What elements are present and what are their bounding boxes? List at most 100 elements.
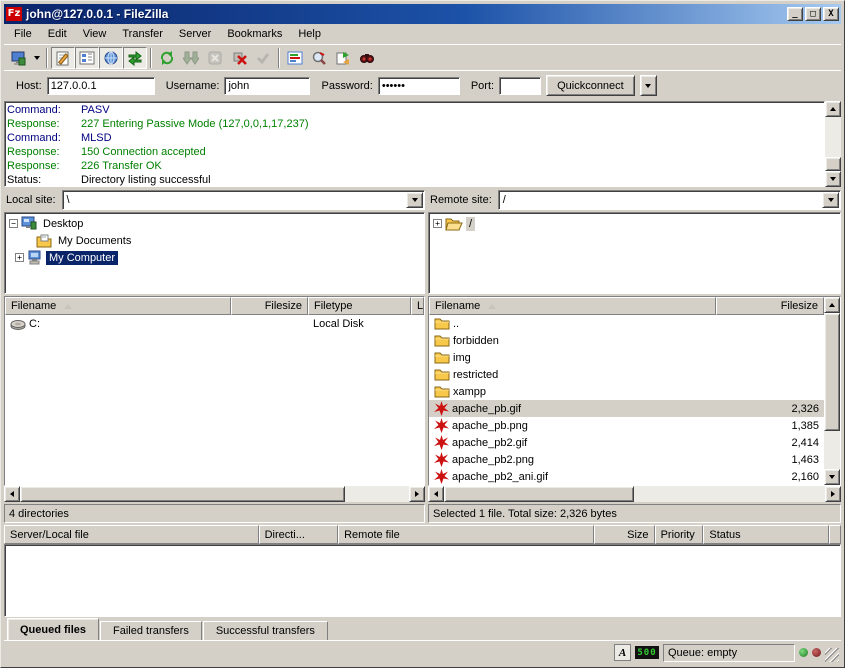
column-header-size[interactable]: Size [594, 525, 654, 544]
quickconnect-dropdown[interactable] [640, 75, 657, 96]
directory-comparison-button[interactable] [307, 47, 331, 69]
combo-dropdown-button[interactable] [822, 192, 839, 208]
scroll-thumb[interactable] [825, 157, 841, 171]
remote-file-row[interactable]: apache_pb.png 1,385 [429, 417, 824, 434]
remote-file-row[interactable]: apache_pb2_ani.gif 2,160 [429, 468, 824, 485]
column-header-last-modified[interactable]: L [411, 297, 424, 315]
column-header-filetype[interactable]: Filetype [308, 297, 411, 315]
maximize-button[interactable]: □ [805, 7, 821, 21]
scroll-down-button[interactable] [824, 469, 840, 485]
scroll-right-button[interactable] [825, 486, 841, 502]
column-header-filename[interactable]: Filename [429, 297, 716, 315]
log-line: Response:150 Connection accepted [7, 145, 822, 159]
username-input[interactable] [224, 77, 310, 95]
sort-ascending-icon [64, 304, 72, 309]
tab-queued-files[interactable]: Queued files [7, 618, 99, 640]
column-header-priority[interactable]: Priority [655, 525, 704, 544]
remote-file-row[interactable]: apache_pb2.gif 2,414 [429, 434, 824, 451]
log-scrollbar[interactable] [825, 101, 841, 187]
toggle-transfer-queue-button[interactable] [123, 47, 147, 69]
column-header-server-local-file[interactable]: Server/Local file [4, 525, 259, 544]
remote-vertical-scrollbar[interactable] [824, 297, 840, 485]
menu-transfer[interactable]: Transfer [114, 25, 171, 43]
remote-file-row[interactable]: apache_pb2.png 1,463 [429, 451, 824, 468]
menu-server[interactable]: Server [171, 25, 219, 43]
remote-horizontal-scrollbar[interactable] [428, 486, 841, 502]
find-files-button[interactable] [355, 47, 379, 69]
scroll-up-button[interactable] [825, 101, 841, 117]
refresh-button[interactable] [155, 47, 179, 69]
my-documents-icon [36, 234, 52, 248]
disconnect-button[interactable] [227, 47, 251, 69]
expand-expander[interactable]: + [15, 253, 24, 262]
chevron-down-icon [645, 84, 651, 88]
process-queue-button[interactable] [179, 47, 203, 69]
remote-file-row-selected[interactable]: apache_pb.gif 2,326 [429, 400, 824, 417]
reconnect-button[interactable] [251, 47, 275, 69]
column-header-filesize[interactable]: Filesize [716, 297, 824, 315]
filter-button[interactable] [283, 47, 307, 69]
scroll-left-button[interactable] [428, 486, 444, 502]
scroll-up-button[interactable] [824, 297, 840, 313]
expand-expander[interactable]: + [433, 219, 442, 228]
menu-file[interactable]: File [6, 25, 40, 43]
tab-failed-transfers[interactable]: Failed transfers [100, 621, 202, 640]
quickconnect-button[interactable]: Quickconnect [546, 75, 635, 96]
remote-pane-icon [103, 50, 119, 66]
column-header-filename[interactable]: Filename [5, 297, 231, 315]
remote-list-header: Filename Filesize [429, 297, 824, 315]
column-header-filesize[interactable]: Filesize [231, 297, 308, 315]
tree-item-root[interactable]: + / [430, 215, 839, 232]
tree-item-desktop[interactable]: − Desktop [6, 215, 423, 232]
chevron-down-icon [828, 198, 834, 202]
menu-bar: File Edit View Transfer Server Bookmarks… [4, 24, 841, 44]
menu-edit[interactable]: Edit [40, 25, 75, 43]
port-input[interactable] [499, 77, 541, 95]
scroll-right-button[interactable] [409, 486, 425, 502]
close-button[interactable]: X [823, 7, 839, 21]
remote-file-row[interactable]: forbidden [429, 332, 824, 349]
username-label: Username: [166, 80, 220, 92]
remote-file-row[interactable]: .. [429, 315, 824, 332]
scroll-thumb[interactable] [444, 486, 634, 502]
remote-file-row[interactable]: xampp [429, 383, 824, 400]
scroll-down-button[interactable] [825, 171, 841, 187]
scroll-left-button[interactable] [4, 486, 20, 502]
column-header-remote-file[interactable]: Remote file [338, 525, 594, 544]
site-manager-button[interactable] [6, 47, 30, 69]
column-header-spacer [829, 525, 841, 544]
password-input[interactable] [378, 77, 460, 95]
tree-item-my-computer[interactable]: + My Computer [6, 249, 423, 266]
combo-dropdown-button[interactable] [406, 192, 423, 208]
toggle-remote-tree-button[interactable] [99, 47, 123, 69]
image-file-icon [434, 452, 449, 467]
menu-view[interactable]: View [75, 25, 115, 43]
folder-icon [434, 317, 450, 330]
local-site-combo[interactable]: \ [62, 190, 425, 210]
remote-file-row[interactable]: restricted [429, 366, 824, 383]
menu-help[interactable]: Help [290, 25, 329, 43]
tab-successful-transfers[interactable]: Successful transfers [203, 621, 328, 640]
column-header-direction[interactable]: Directi... [259, 525, 339, 544]
chevron-down-icon [34, 56, 40, 60]
collapse-expander[interactable]: − [9, 219, 18, 228]
remote-file-row[interactable]: img [429, 349, 824, 366]
minimize-button[interactable]: _ [787, 7, 803, 21]
site-manager-dropdown[interactable] [30, 47, 43, 69]
host-input[interactable] [47, 77, 155, 95]
resize-grip[interactable] [825, 648, 839, 662]
cancel-operation-button[interactable] [203, 47, 227, 69]
toggle-message-log-button[interactable] [51, 47, 75, 69]
local-horizontal-scrollbar[interactable] [4, 486, 425, 502]
local-file-row[interactable]: C: Local Disk [5, 315, 424, 332]
toggle-local-tree-button[interactable] [75, 47, 99, 69]
column-header-status[interactable]: Status [703, 525, 829, 544]
remote-site-combo[interactable]: / [498, 190, 841, 210]
remote-tree: + / [428, 212, 841, 294]
tree-item-my-documents[interactable]: My Documents [6, 232, 423, 249]
toolbar-separator [278, 48, 280, 68]
scroll-thumb[interactable] [824, 313, 840, 431]
scroll-thumb[interactable] [20, 486, 345, 502]
synchronized-browsing-button[interactable] [331, 47, 355, 69]
menu-bookmarks[interactable]: Bookmarks [219, 25, 290, 43]
